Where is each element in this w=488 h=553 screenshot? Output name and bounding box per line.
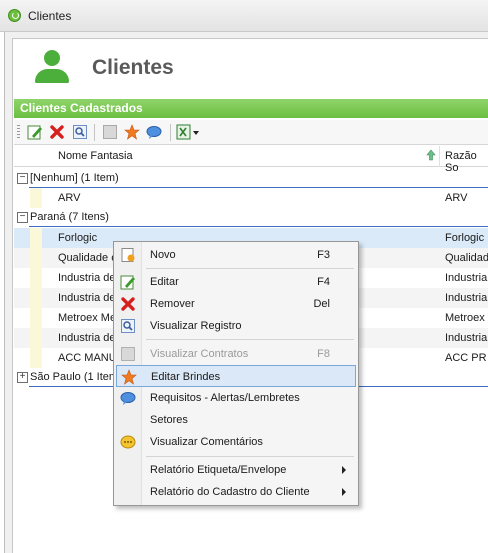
menu-separator (146, 339, 354, 340)
toolbar-separator (170, 124, 171, 141)
group-row-nenhum[interactable]: − [Nenhum] (1 Item) (14, 169, 488, 188)
new-document-icon (121, 248, 135, 262)
export-excel-icon[interactable] (176, 124, 200, 140)
menu-item-setores[interactable]: Setores (116, 409, 356, 431)
toolbar-grip[interactable] (17, 125, 20, 140)
table-row[interactable]: ARV ARV (14, 188, 488, 208)
group-label: São Paulo (1 Item (30, 371, 119, 383)
menu-item-visualizar-comentarios[interactable]: Visualizar Comentários (116, 431, 356, 453)
cell-fantasia: Industria de (58, 332, 116, 344)
menu-item-relatorio-etiqueta[interactable]: Relatório Etiqueta/Envelope (116, 459, 356, 481)
group-label: [Nenhum] (1 Item) (30, 172, 119, 184)
app-icon (8, 9, 21, 22)
cell-fantasia: Qualidade e (58, 252, 118, 264)
title-bar: Clientes (0, 0, 488, 32)
window-title: Clientes (28, 9, 72, 23)
expand-icon[interactable]: + (17, 372, 28, 383)
cell-fantasia: Metroex Me (58, 312, 117, 324)
submenu-arrow-icon (342, 488, 346, 496)
comments-icon (120, 435, 136, 449)
collapse-icon[interactable]: − (17, 173, 28, 184)
comment-icon[interactable] (146, 124, 162, 140)
cell-razao: Industria (445, 292, 488, 304)
cell-razao: Qualidad (445, 252, 488, 264)
delete-icon (121, 297, 135, 311)
star-icon[interactable] (124, 124, 140, 140)
contracts-icon (121, 347, 135, 361)
menu-item-novo[interactable]: Novo F3 (116, 244, 356, 266)
sort-up-icon (426, 149, 436, 161)
cell-razao: Industria (445, 332, 488, 344)
menu-item-visualizar-contratos: Visualizar Contratos F8 (116, 343, 356, 365)
view-record-icon[interactable] (72, 124, 88, 140)
collapse-icon[interactable]: − (17, 212, 28, 223)
cell-razao: Metroex I (445, 312, 488, 324)
menu-separator (146, 456, 354, 457)
star-icon (121, 369, 137, 385)
group-row-parana[interactable]: − Paraná (7 Itens) (14, 208, 488, 227)
contracts-icon[interactable] (102, 124, 118, 140)
cell-razao: ARV (445, 192, 468, 204)
menu-item-editar[interactable]: Editar F4 (116, 271, 356, 293)
toolbar-separator (94, 124, 95, 141)
submenu-arrow-icon (342, 466, 346, 474)
cell-fantasia: Forlogic (58, 232, 98, 244)
cell-fantasia: ARV (58, 192, 81, 204)
cell-razao: ACC PR I (445, 352, 488, 364)
column-nome-fantasia[interactable]: Nome Fantasia (58, 150, 133, 162)
cell-fantasia: Industria de (58, 272, 116, 284)
menu-item-editar-brindes[interactable]: Editar Brindes (116, 365, 356, 387)
cell-fantasia: Industria de (58, 292, 116, 304)
delete-icon[interactable] (49, 124, 65, 140)
column-header-row: Nome Fantasia Razão So (14, 146, 488, 174)
edit-icon (120, 275, 135, 290)
comment-icon (120, 392, 136, 405)
column-divider[interactable] (439, 146, 440, 167)
view-record-icon (121, 319, 135, 333)
cell-razao: Industria (445, 272, 488, 284)
menu-item-visualizar-registro[interactable]: Visualizar Registro (116, 315, 356, 337)
page-header: Clientes (13, 40, 488, 97)
toolbar (14, 120, 488, 145)
menu-item-requisitos[interactable]: Requisitos - Alertas/Lembretes (116, 387, 356, 409)
section-title-bar: Clientes Cadastrados (14, 99, 488, 118)
menu-separator (146, 268, 354, 269)
group-label: Paraná (7 Itens) (30, 211, 109, 223)
page-title: Clientes (92, 56, 174, 79)
user-icon (35, 50, 71, 90)
cell-razao: Forlogic (445, 232, 485, 244)
menu-item-relatorio-cadastro[interactable]: Relatório do Cadastro do Cliente (116, 481, 356, 503)
edit-icon[interactable] (27, 124, 43, 140)
context-menu: Novo F3 Editar F4 Remover Del Visualizar… (113, 241, 359, 506)
menu-item-remover[interactable]: Remover Del (116, 293, 356, 315)
